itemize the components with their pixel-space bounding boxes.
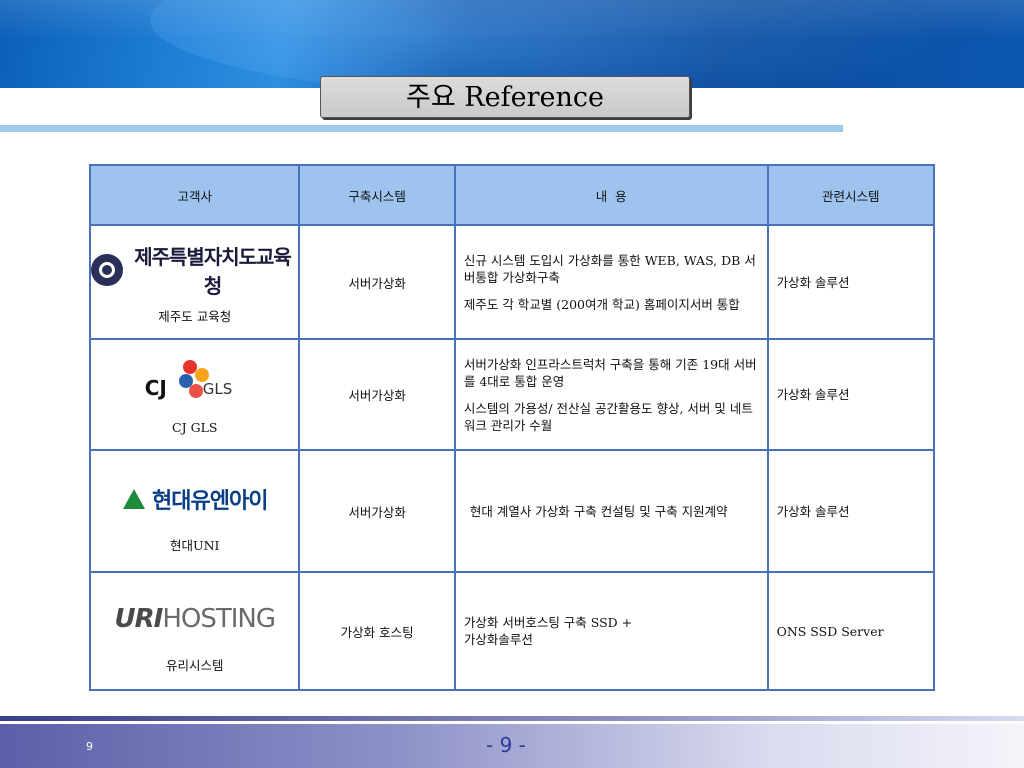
content-paragraph: 서버가상화 인프라스트럭처 구축을 통해 기존 19대 서버를 4대로 통합 운… (463, 356, 757, 389)
content-cell: 서버가상화 인프라스트럭처 구축을 통해 기존 19대 서버를 4대로 통합 운… (453, 338, 769, 451)
related-cell: ONS SSD Server (766, 571, 936, 691)
customer-cell: URIHOSTING 유리시스템 (88, 571, 301, 691)
header-related: 관련시스템 (766, 164, 936, 226)
triangle-logo-icon (123, 488, 146, 509)
content-paragraph: 시스템의 가용성/ 전산실 공간활용도 향상, 서버 및 네트워크 관리가 수월 (463, 400, 753, 433)
table-header-row: 고객사 구축시스템 내 용 관련시스템 (88, 164, 936, 226)
cj-gls-logo: CJ GLS (91, 354, 298, 414)
customer-cell: CJ GLS CJ GLS (88, 338, 301, 451)
header-system: 구축시스템 (298, 164, 456, 226)
customer-name: CJ GLS (172, 420, 218, 435)
header-customer: 고객사 (88, 164, 301, 226)
reference-table: 고객사 구축시스템 내 용 관련시스템 제주특별자치도교육청 제주도 교육청 서… (88, 164, 936, 691)
related-cell: 가상화 솔루션 (766, 224, 936, 340)
footer-rule (0, 716, 1024, 721)
system-cell: 가상화 호스팅 (298, 571, 456, 691)
table-row: URIHOSTING 유리시스템 가상화 호스팅 가상화 서버호스팅 구축 SS… (88, 571, 936, 691)
jeju-emblem-icon (91, 253, 123, 286)
table-row: 제주특별자치도교육청 제주도 교육청 서버가상화 신규 시스템 도입시 가상화를… (88, 224, 936, 340)
cj-logo-text: CJ (144, 376, 167, 400)
jeju-logo-text: 제주특별자치도교육청 (134, 244, 292, 298)
content-paragraph: 가상화 서버호스팅 구축 SSD + 가상화솔루션 (463, 615, 633, 647)
slide-title: 주요 Reference (320, 76, 690, 118)
banner-sheen (0, 0, 1024, 40)
content-cell: 가상화 서버호스팅 구축 SSD + 가상화솔루션 (453, 571, 769, 691)
table-row: CJ GLS CJ GLS 서버가상화 서버가상화 인프라스트럭처 구축을 통해… (88, 338, 936, 451)
customer-name: 현대UNI (170, 537, 220, 553)
hosting-logo-text: HOSTING (162, 603, 276, 634)
related-cell: 가상화 솔루션 (766, 449, 936, 573)
cj-petal-icon (188, 384, 203, 398)
content-paragraph: 신규 시스템 도입시 가상화를 통한 WEB, WAS, DB 서버통합 가상화… (463, 252, 756, 285)
title-underline (0, 125, 843, 132)
content-cell: 현대 계열사 가상화 구축 컨설팅 및 구축 지원계약 (453, 449, 769, 573)
slide-number: 9 (86, 740, 93, 753)
uri-logo-text: URI (114, 603, 164, 634)
system-cell: 서버가상화 (298, 224, 456, 340)
jeju-education-office-logo: 제주특별자치도교육청 (91, 240, 298, 300)
customer-name: 제주도 교육청 (158, 308, 232, 324)
header-banner (0, 0, 1024, 88)
related-cell: 가상화 솔루션 (766, 338, 936, 451)
page-number: - 9 - (486, 733, 526, 757)
hyundai-logo-text: 현대유엔아이 (152, 488, 268, 514)
customer-name: 유리시스템 (165, 657, 224, 673)
gls-logo-text: GLS (202, 380, 233, 398)
customer-cell: 제주특별자치도교육청 제주도 교육청 (88, 224, 301, 340)
footer-band: 9 - 9 - (0, 724, 1024, 768)
customer-cell: 현대유엔아이 현대UNI (88, 449, 301, 573)
content-paragraph: 현대 계열사 가상화 구축 컨설팅 및 구축 지원계약 (469, 503, 728, 519)
header-content: 내 용 (453, 164, 769, 226)
content-paragraph: 제주도 각 학교별 (200여개 학교) 홈페이지서버 통합 (463, 296, 740, 312)
system-cell: 서버가상화 (298, 449, 456, 573)
system-cell: 서버가상화 (298, 338, 456, 451)
content-cell: 신규 시스템 도입시 가상화를 통한 WEB, WAS, DB 서버통합 가상화… (453, 224, 769, 340)
urihosting-logo: URIHOSTING (91, 589, 298, 649)
table-row: 현대유엔아이 현대UNI 서버가상화 현대 계열사 가상화 구축 컨설팅 및 구… (88, 449, 936, 573)
hyundai-uni-logo: 현대유엔아이 (91, 469, 298, 529)
